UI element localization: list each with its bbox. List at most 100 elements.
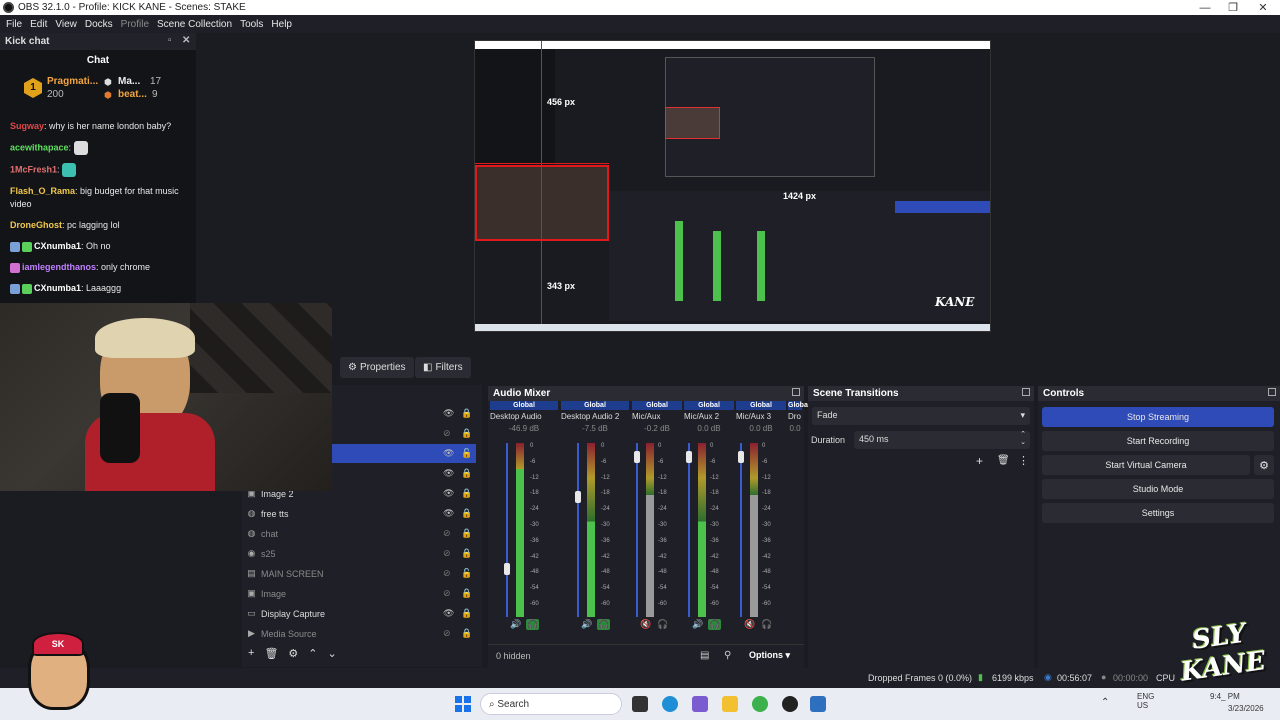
eye-icon[interactable]: 👁 <box>443 468 454 479</box>
volume-slider-handle[interactable] <box>634 451 640 463</box>
source-item[interactable]: ▣ Image ⊘ 🔒 <box>246 584 476 603</box>
speaker-icon[interactable]: 🔊 <box>510 619 521 630</box>
source-item[interactable]: ◍ chat ⊘ 🔒 <box>246 524 476 543</box>
source-item[interactable]: ▶ Media Source ⊘ 🔒 <box>246 624 476 643</box>
layout-icon[interactable]: ▤ <box>700 650 709 661</box>
maximize-button[interactable]: ❐ <box>1218 0 1248 15</box>
duration-spinbox[interactable]: 450 ms ⌃ ⌄ <box>854 431 1030 449</box>
eye-icon[interactable]: 👁 <box>443 608 454 619</box>
remove-transition-icon[interactable]: 🗑 <box>997 455 1010 466</box>
source-item[interactable]: ▤ MAIN SCREEN ⊘ 🔓 <box>246 564 476 583</box>
source-item[interactable]: ▭ Display Capture 👁 🔒 <box>246 604 476 623</box>
studio-mode-button[interactable]: Studio Mode <box>1042 479 1274 499</box>
close-dock-icon[interactable]: ✕ <box>182 35 190 46</box>
settings-button[interactable]: Settings <box>1042 503 1274 523</box>
volume-slider-handle[interactable] <box>686 451 692 463</box>
volume-slider-handle[interactable] <box>504 563 510 575</box>
undock-icon[interactable] <box>1268 388 1276 396</box>
menu-tools[interactable]: Tools <box>236 19 267 30</box>
source-settings-icon[interactable]: ⚙ <box>288 647 298 663</box>
start-recording-button[interactable]: Start Recording <box>1042 431 1274 451</box>
volume-slider[interactable] <box>686 443 692 617</box>
chat-username[interactable]: CXnumba1 <box>34 241 81 251</box>
volume-slider[interactable] <box>738 443 744 617</box>
eye-hidden-icon[interactable]: ⊘ <box>443 548 451 559</box>
add-source-icon[interactable]: + <box>248 647 254 663</box>
transition-menu-icon[interactable]: ⋮ <box>1018 454 1029 467</box>
app-icon[interactable] <box>752 696 768 712</box>
add-transition-icon[interactable]: + <box>976 454 983 468</box>
minimize-button[interactable]: — <box>1190 0 1220 15</box>
options-button[interactable]: Options ▾ <box>749 650 790 661</box>
close-button[interactable]: ✕ <box>1248 0 1278 15</box>
channel-name[interactable]: Dro <box>788 410 802 423</box>
lock-icon[interactable]: 🔒 <box>461 528 472 539</box>
taskbar-search[interactable]: ⌕ Search <box>480 693 622 715</box>
chat-username[interactable]: CXnumba1 <box>34 283 81 293</box>
eye-icon[interactable]: 👁 <box>443 408 454 419</box>
transition-select[interactable]: Fade ▾ <box>812 407 1030 425</box>
channel-name[interactable]: Mic/Aux 3 <box>736 410 786 423</box>
menu-help[interactable]: Help <box>267 19 296 30</box>
move-up-icon[interactable]: ⌃ <box>308 647 317 663</box>
chat-username[interactable]: Flash_O_Rama <box>10 186 75 196</box>
volume-slider[interactable] <box>575 443 581 617</box>
volume-slider[interactable] <box>634 443 640 617</box>
chat-username[interactable]: acewithapace <box>10 142 69 152</box>
stop-streaming-button[interactable]: Stop Streaming <box>1042 407 1274 427</box>
channel-name[interactable]: Mic/Aux <box>632 410 682 423</box>
volume-slider-handle[interactable] <box>575 491 581 503</box>
channel-name[interactable]: Desktop Audio 2 <box>561 410 629 423</box>
lock-icon[interactable]: 🔒 <box>461 628 472 639</box>
eye-icon[interactable]: 👁 <box>443 488 454 499</box>
muted-speaker-icon[interactable]: 🔇 <box>640 619 651 630</box>
lock-icon[interactable]: 🔒 <box>461 428 472 439</box>
channel-name[interactable]: Desktop Audio <box>490 410 558 423</box>
source-item[interactable]: ◉ s25 ⊘ 🔒 <box>246 544 476 563</box>
chat-username[interactable]: Sugway <box>10 121 44 131</box>
lock-icon[interactable]: 🔒 <box>461 588 472 599</box>
volume-slider-handle[interactable] <box>738 451 744 463</box>
lock-icon[interactable]: 🔒 <box>461 468 472 479</box>
app-icon[interactable] <box>692 696 708 712</box>
monitor-headphones-icon[interactable]: 🎧 <box>760 619 773 630</box>
chat-username[interactable]: iamlegendthanos <box>22 262 96 272</box>
undock-icon[interactable] <box>792 388 800 396</box>
eye-hidden-icon[interactable]: ⊘ <box>443 568 451 579</box>
windows-start-icon[interactable] <box>455 696 471 712</box>
eye-hidden-icon[interactable]: ⊘ <box>443 528 451 539</box>
obs-taskbar-icon[interactable] <box>782 696 798 712</box>
chat-username[interactable]: 1McFresh1 <box>10 164 57 174</box>
menu-docks[interactable]: Docks <box>81 19 117 30</box>
unlock-icon[interactable]: 🔓 <box>461 448 472 459</box>
menu-file[interactable]: File <box>2 19 26 30</box>
speaker-icon[interactable]: 🔊 <box>581 619 592 630</box>
float-dock-icon[interactable]: ▫ <box>168 35 172 46</box>
lock-icon[interactable]: 🔒 <box>461 408 472 419</box>
file-explorer-icon[interactable] <box>722 696 738 712</box>
edge-icon[interactable] <box>662 696 678 712</box>
task-view-icon[interactable] <box>632 696 648 712</box>
remove-source-icon[interactable]: 🗑 <box>264 647 278 663</box>
eye-icon[interactable]: 👁 <box>443 448 454 459</box>
tray-chevron-icon[interactable]: ⌃ <box>1101 697 1109 708</box>
monitor-headphones-icon[interactable]: 🎧 <box>708 619 722 630</box>
monitor-headphones-icon[interactable]: 🎧 <box>656 619 669 630</box>
lock-icon[interactable]: 🔒 <box>461 548 472 559</box>
properties-button[interactable]: ⚙ Properties <box>340 357 414 378</box>
volume-slider[interactable] <box>504 443 510 617</box>
undock-icon[interactable] <box>1022 388 1030 396</box>
advanced-audio-icon[interactable]: ⚲ <box>724 650 731 661</box>
menu-profile[interactable]: Profile <box>117 19 153 30</box>
unlock-icon[interactable]: 🔓 <box>461 568 472 579</box>
speaker-icon[interactable]: 🔊 <box>692 619 703 630</box>
lock-icon[interactable]: 🔒 <box>461 488 472 499</box>
menu-view[interactable]: View <box>51 19 81 30</box>
eye-icon[interactable]: 👁 <box>443 508 454 519</box>
eye-hidden-icon[interactable]: ⊘ <box>443 628 451 639</box>
source-item[interactable]: ◍ free tts 👁 🔒 <box>246 504 476 523</box>
chat-username[interactable]: DroneGhost <box>10 220 62 230</box>
move-down-icon[interactable]: ⌄ <box>328 647 337 663</box>
virtual-camera-settings-icon[interactable]: ⚙ <box>1254 455 1274 475</box>
lock-icon[interactable]: 🔒 <box>461 508 472 519</box>
